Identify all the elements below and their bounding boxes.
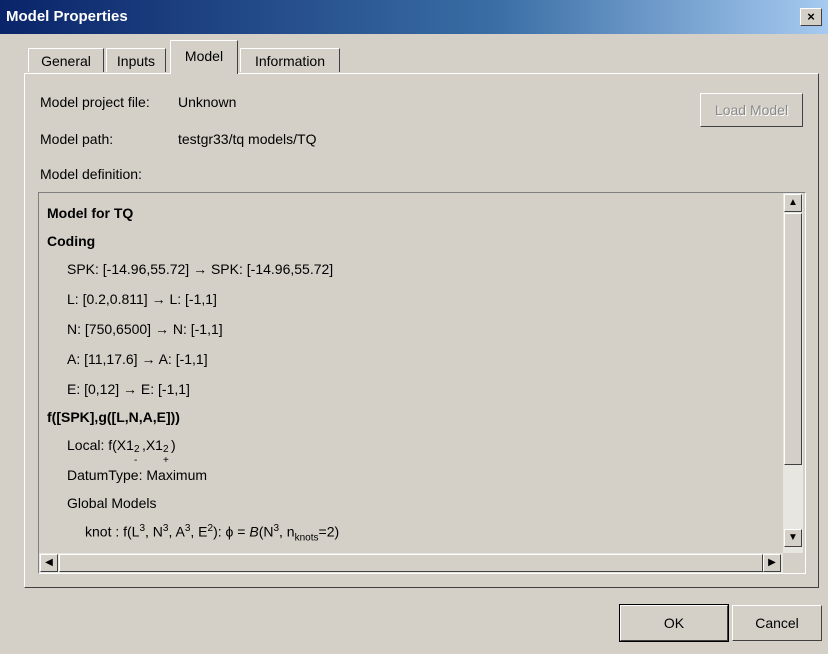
horizontal-scrollbar[interactable]: ◀ ▶ [39,553,783,573]
tab-model[interactable]: Model [170,40,238,74]
load-model-button: Load Model [700,93,803,127]
title-bar[interactable]: Model Properties × [0,0,828,34]
vertical-scroll-thumb[interactable] [784,213,802,465]
cancel-button[interactable]: Cancel [732,605,822,641]
model-project-file-label: Model project file: [40,94,150,110]
datum-type: DatumType: Maximum [67,467,208,483]
ok-button[interactable]: OK [619,604,729,642]
coding-n: N: [750,6500] → N: [-1,1] [67,321,223,337]
model-path-label: Model path: [40,131,114,147]
knot-model: knot : f(L3, N3, A3, E2): ϕ = B(N3, nkno… [85,523,340,544]
horizontal-scroll-thumb[interactable] [59,554,763,572]
dialog-title: Model Properties [6,8,128,25]
model-path-value: testgr33/tq models/TQ [178,131,317,147]
vertical-scrollbar[interactable]: ▲ ▼ [783,193,803,553]
tab-information[interactable]: Information [240,48,340,72]
model-definition-label: Model definition: [40,166,142,182]
coding-l: L: [0.2,0.811] → L: [-1,1] [67,291,217,307]
model-properties-dialog: Model Properties × General Inputs Model … [0,0,828,654]
tab-inputs[interactable]: Inputs [106,48,166,72]
coding-spk: SPK: [-14.96,55.72] → SPK: [-14.96,55.72… [67,261,334,277]
model-project-file-value: Unknown [178,94,237,110]
scroll-left-icon[interactable]: ◀ [40,554,58,572]
scroll-down-icon[interactable]: ▼ [784,529,802,547]
coding-e: E: [0,12] → E: [-1,1] [67,381,190,397]
model-definition-content: Model for TQ Coding SPK: [-14.96,55.72] … [39,193,779,549]
function-header: f([SPK],g([L,N,A,E])) [47,409,180,425]
close-icon[interactable]: × [800,8,822,26]
scrollbar-corner [783,553,803,573]
local-model: Local: f(X1 2- ,X1 2 +) [67,437,176,466]
model-definition-box[interactable]: Model for TQ Coding SPK: [-14.96,55.72] … [38,192,806,574]
coding-a: A: [11,17.6] → A: [-1,1] [67,351,208,367]
coding-header: Coding [47,233,96,249]
global-models: Global Models [67,495,157,511]
scroll-up-icon[interactable]: ▲ [784,194,802,212]
scroll-right-icon[interactable]: ▶ [763,554,781,572]
tab-general[interactable]: General [28,48,104,72]
definition-title: Model for TQ [47,205,134,221]
